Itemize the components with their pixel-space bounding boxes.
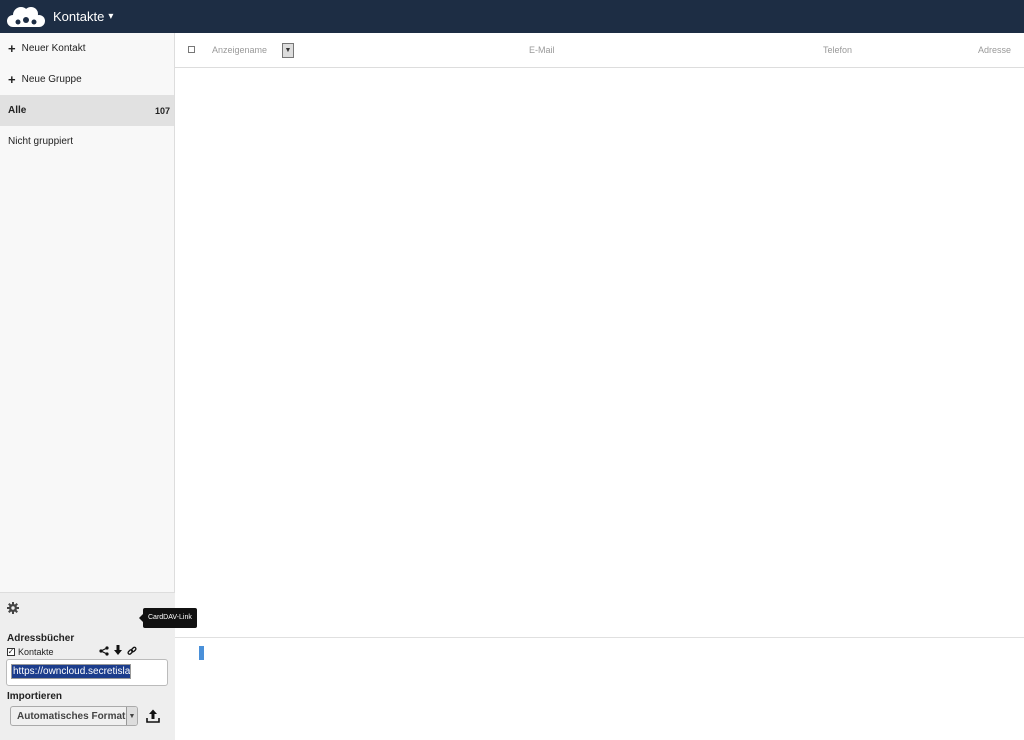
group-count: 107 [154, 105, 170, 116]
new-group-label: Neue Gruppe [21, 74, 82, 85]
addressbook-checkbox[interactable]: ✓ [7, 647, 15, 656]
import-format-value: Automatisches Format [17, 710, 126, 722]
carddav-url-field[interactable]: https://owncloud.secretisla [11, 664, 131, 679]
contacts-list: Anzeigename ▼ E-Mail Telefon Adresse [175, 33, 1024, 740]
import-format-select[interactable]: Automatisches Format ▼ [10, 706, 138, 726]
table-header: Anzeigename ▼ E-Mail Telefon Adresse [175, 33, 1024, 68]
sort-dropdown[interactable]: ▼ [282, 43, 294, 58]
app-header: Kontakte ▾ [0, 0, 1024, 33]
owncloud-logo-icon[interactable] [4, 4, 48, 30]
upload-icon[interactable] [146, 709, 160, 723]
new-group-button[interactable]: + Neue Gruppe [0, 64, 174, 95]
app-title: Kontakte [53, 9, 105, 24]
column-header-name[interactable]: Anzeigename [212, 45, 267, 55]
group-item-all[interactable]: Alle 107 [0, 95, 174, 126]
new-contact-button[interactable]: + Neuer Kontakt [0, 33, 174, 64]
group-label: Alle [8, 105, 27, 116]
link-icon[interactable] [127, 645, 137, 656]
addressbook-name: Kontakte [18, 646, 54, 657]
gear-icon[interactable] [7, 602, 19, 614]
chevron-down-icon: ▼ [126, 707, 137, 725]
chevron-down-icon: ▾ [108, 11, 114, 22]
new-contact-label: Neuer Kontakt [21, 43, 86, 54]
select-all-checkbox[interactable] [188, 46, 195, 53]
app-menu-toggle[interactable]: Kontakte ▾ [53, 9, 113, 24]
selection-marker [199, 646, 204, 660]
column-header-email[interactable]: E-Mail [529, 45, 555, 55]
group-label: Nicht gruppiert [8, 136, 74, 147]
carddav-link-box: https://owncloud.secretisla [6, 659, 168, 686]
divider [175, 637, 1024, 638]
group-item-ungrouped[interactable]: Nicht gruppiert [0, 126, 174, 157]
download-icon[interactable] [113, 645, 123, 656]
carddav-link-tooltip: CardDAV-Link [139, 608, 197, 628]
addressbooks-heading: Adressbücher [7, 633, 75, 644]
sidebar: + Neuer Kontakt + Neue Gruppe Alle 107 N… [0, 33, 175, 740]
share-icon[interactable] [99, 645, 109, 656]
addressbook-actions [99, 645, 137, 656]
import-heading: Importieren [7, 691, 63, 702]
plus-icon: + [8, 41, 16, 56]
column-header-phone[interactable]: Telefon [823, 45, 852, 55]
column-header-address[interactable]: Adresse [978, 45, 1011, 55]
plus-icon: + [8, 72, 16, 87]
